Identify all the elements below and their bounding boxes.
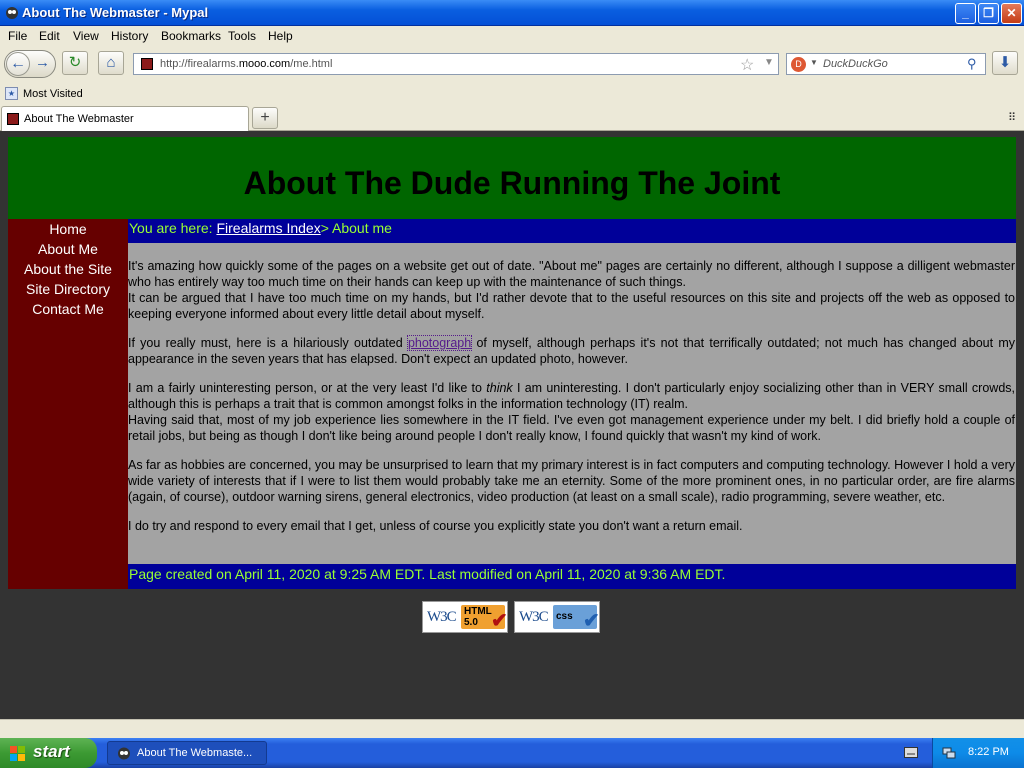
taskbar-item-label: About The Webmaste... [137, 747, 253, 759]
most-visited-bookmark[interactable]: Most Visited [23, 88, 83, 100]
sidebar-item-site-directory[interactable]: Site Directory [8, 281, 128, 297]
taskbar-item-browser[interactable]: About The Webmaste... [107, 741, 267, 765]
checkmark-icon: ✔ [583, 610, 600, 632]
paragraph-intro-text: It's amazing how quickly some of the pag… [128, 259, 1015, 289]
back-forward-group: ← → [4, 50, 56, 78]
html-badge-version: 5.0 [464, 617, 478, 628]
menu-help[interactable]: Help [268, 29, 293, 43]
checkmark-icon: ✔ [491, 610, 508, 632]
breadcrumb-prefix: You are here: [129, 220, 217, 236]
minimize-button[interactable]: _ [955, 3, 976, 24]
paragraph-hobbies: As far as hobbies are concerned, you may… [128, 458, 1016, 504]
menu-view[interactable]: View [73, 29, 99, 43]
paragraph-job-experience: Having said that, most of my job experie… [128, 413, 1015, 443]
tab-title: About The Webmaster [24, 113, 134, 125]
search-engine-dropdown-icon[interactable]: ▼ [810, 58, 818, 67]
site-favicon-icon [141, 58, 153, 70]
back-arrow-icon[interactable]: ← [6, 52, 30, 76]
download-icon[interactable]: ⬇ [992, 51, 1018, 75]
w3c-html5-badge[interactable]: W3C HTML 5.0 ✔ [422, 601, 508, 633]
menu-bar: File Edit View History Bookmarks Tools H… [0, 26, 1024, 46]
tab-strip: About The Webmaster + ⠿ [0, 105, 1024, 131]
windows-flag-icon [10, 746, 25, 761]
menu-bookmarks[interactable]: Bookmarks [161, 29, 221, 43]
sidebar-item-home[interactable]: Home [8, 221, 128, 237]
paragraph-photo: If you really must, here is a hilariousl… [128, 335, 1015, 367]
w3c-logo-text: W3C [427, 609, 457, 625]
clock: 8:22 PM [968, 746, 1009, 758]
main-content: It's amazing how quickly some of the pag… [128, 243, 1016, 564]
w3c-logo-text: W3C [519, 609, 549, 625]
windows-taskbar: start About The Webmaste... 8:22 PM [0, 738, 1024, 768]
paragraph-photo-text-before: If you really must, here is a hilariousl… [128, 336, 408, 350]
mypal-app-icon [118, 747, 130, 760]
new-tab-button[interactable]: + [252, 107, 278, 129]
page-title: About The Dude Running The Joint [243, 165, 781, 201]
window-title: About The Webmaster - Mypal [22, 5, 209, 20]
window-title-bar[interactable]: About The Webmaster - Mypal _ ❐ ✕ [0, 0, 1024, 26]
menu-edit[interactable]: Edit [39, 29, 60, 43]
home-icon[interactable]: ⌂ [98, 51, 124, 75]
paragraph-personality-emphasis: think [486, 381, 513, 395]
mypal-app-icon [6, 7, 18, 19]
menu-tools[interactable]: Tools [228, 29, 256, 43]
breadcrumb-link-firealarms-index[interactable]: Firealarms Index [216, 220, 320, 236]
paragraph-email: I do try and respond to every email that… [128, 519, 743, 533]
search-icon[interactable]: ⚲ [967, 56, 977, 72]
bookmarks-toolbar: ★ Most Visited [0, 84, 1024, 104]
url-history-dropdown-icon[interactable]: ▼ [764, 57, 774, 68]
paragraph-intro-text-2: It can be argued that I have too much ti… [128, 291, 1015, 321]
reload-icon[interactable]: ↻ [62, 51, 88, 75]
photograph-link[interactable]: photograph [406, 335, 473, 351]
keyboard-icon[interactable] [904, 747, 918, 758]
most-visited-icon[interactable]: ★ [5, 87, 18, 100]
page-header: About The Dude Running The Joint [8, 137, 1016, 219]
bookmark-star-icon[interactable]: ☆ [740, 55, 754, 75]
duckduckgo-icon[interactable]: D [791, 57, 806, 72]
sidebar-item-about-the-site[interactable]: About the Site [8, 261, 128, 277]
tab-about-the-webmaster[interactable]: About The Webmaster [1, 106, 249, 131]
url-bar[interactable]: http://firealarms.mooo.com/me.html ☆ ▼ [133, 53, 779, 75]
browser-status-bar [0, 719, 1024, 738]
network-icon[interactable] [942, 746, 956, 760]
url-text[interactable]: http://firealarms.mooo.com/me.html [160, 58, 332, 70]
close-button[interactable]: ✕ [1001, 3, 1022, 24]
search-placeholder[interactable]: DuckDuckGo [823, 58, 888, 70]
sidebar-nav: Home About Me About the Site Site Direct… [8, 219, 128, 589]
menu-history[interactable]: History [111, 29, 148, 43]
sidebar-item-about-me[interactable]: About Me [8, 241, 128, 257]
w3c-css-badge[interactable]: W3C css ✔ [514, 601, 600, 633]
tab-favicon-icon [7, 113, 19, 125]
paragraph-intro: It's amazing how quickly some of the pag… [128, 258, 1015, 322]
menu-file[interactable]: File [8, 29, 27, 43]
system-tray: 8:22 PM [932, 738, 1024, 768]
breadcrumb-current: > About me [320, 220, 392, 236]
tab-list-icon[interactable]: ⠿ [1008, 111, 1016, 124]
maximize-button[interactable]: ❐ [978, 3, 999, 24]
breadcrumb: You are here: Firealarms Index> About me [128, 219, 1016, 243]
start-label: start [33, 742, 70, 761]
search-bar[interactable]: D ▼ DuckDuckGo ⚲ [786, 53, 986, 75]
page-viewport[interactable]: About The Dude Running The Joint Home Ab… [0, 131, 1024, 719]
page-footer: Page created on April 11, 2020 at 9:25 A… [128, 564, 1016, 589]
start-button[interactable]: start [0, 738, 97, 768]
sidebar-item-contact-me[interactable]: Contact Me [8, 301, 128, 317]
navigation-toolbar: ← → ↻ ⌂ http://firealarms.mooo.com/me.ht… [0, 47, 1024, 83]
paragraph-personality: I am a fairly uninteresting person, or a… [128, 380, 1015, 444]
paragraph-personality-text-before: I am a fairly uninteresting person, or a… [128, 381, 487, 395]
css-badge-label: css [556, 611, 573, 622]
html-badge-label: HTML [464, 606, 492, 617]
forward-arrow-icon[interactable]: → [35, 54, 50, 71]
